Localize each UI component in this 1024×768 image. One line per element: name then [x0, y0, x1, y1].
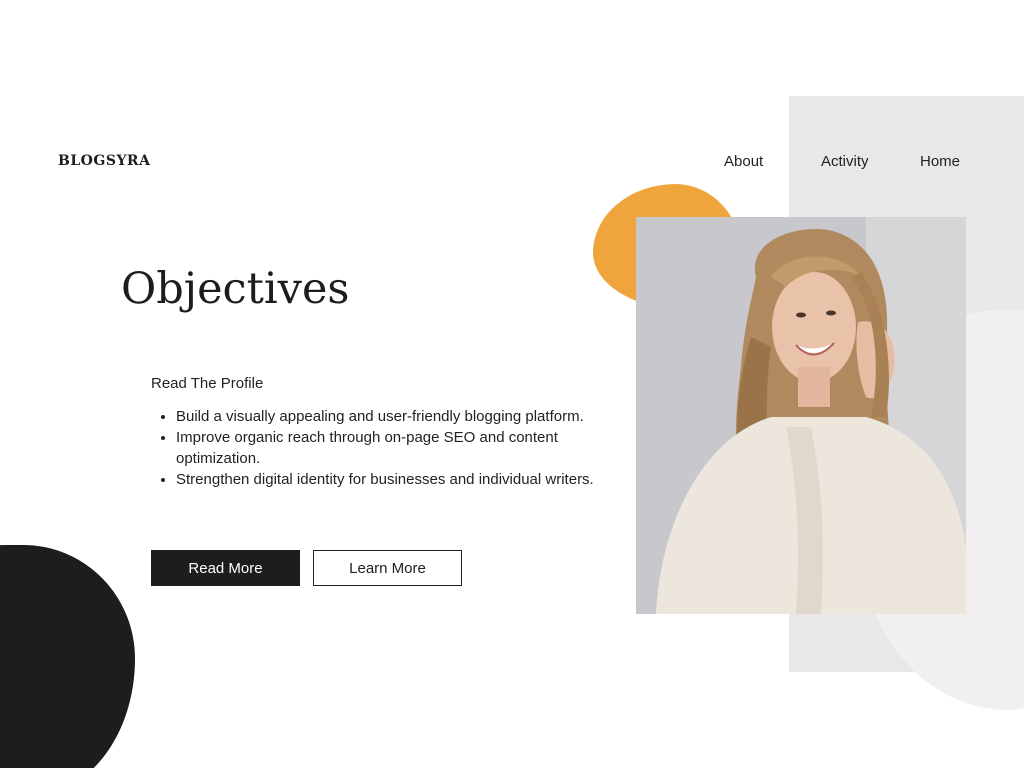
objectives-list: Build a visually appealing and user-frie… — [151, 406, 636, 490]
nav-link-home[interactable]: Home — [920, 153, 960, 170]
profile-photo — [636, 217, 966, 614]
page: BLOGSYRA About Activity Home Objectives … — [0, 0, 1024, 768]
list-item: Build a visually appealing and user-frie… — [176, 406, 636, 427]
section-subtitle: Read The Profile — [151, 375, 264, 392]
main-nav: About Activity Home — [0, 153, 1024, 173]
page-title: Objectives — [121, 264, 350, 314]
read-more-button[interactable]: Read More — [151, 550, 300, 586]
list-item: Strengthen digital identity for business… — [176, 469, 636, 490]
nav-link-about[interactable]: About — [724, 153, 763, 170]
background-blob-dark — [0, 545, 135, 768]
learn-more-button[interactable]: Learn More — [313, 550, 462, 586]
list-item: Improve organic reach through on-page SE… — [176, 427, 636, 469]
nav-link-activity[interactable]: Activity — [821, 153, 869, 170]
